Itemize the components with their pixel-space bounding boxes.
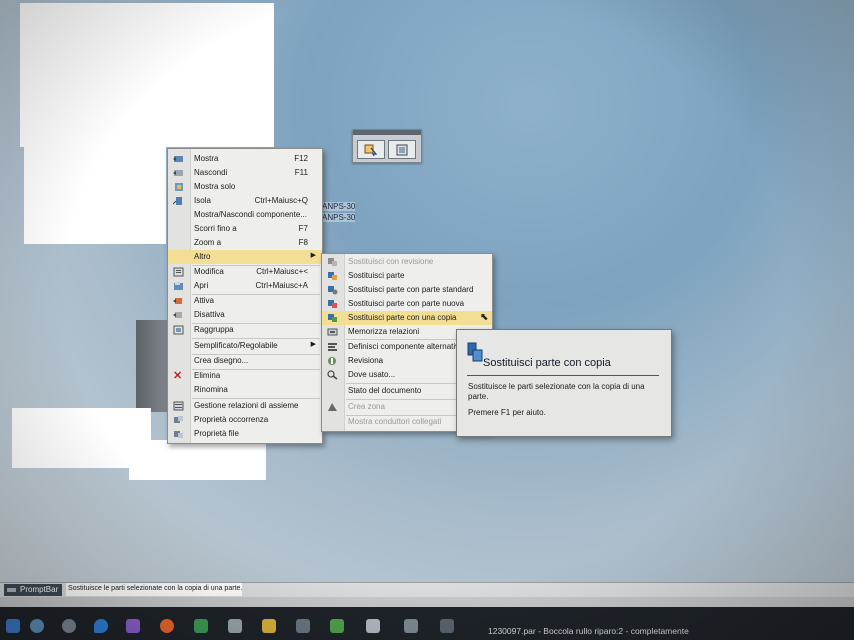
replace-copy-icon <box>328 314 337 322</box>
where-used-icon <box>327 370 338 380</box>
activate-icon <box>173 298 182 304</box>
submenu-item-replace-part[interactable]: Sostituisci parte <box>322 269 492 283</box>
tooltip-help: Premere F1 per aiuto. <box>468 408 546 417</box>
isolate-icon <box>173 197 182 205</box>
submenu-item-replace-revision[interactable]: Sostituisci con revisione <box>322 255 492 269</box>
context-menu: Mostra F12 Nascondi F11 Mostra solo Isol… <box>167 148 323 444</box>
group-icon <box>173 325 184 335</box>
menu-item-isolate[interactable]: Isola Ctrl+Maiusc+Q <box>168 194 322 208</box>
revise-icon <box>328 357 336 365</box>
window-title[interactable]: 1230097.par - Boccola rullo riparo:2 - c… <box>488 626 689 636</box>
redacted-area <box>20 3 274 147</box>
submenu-item-replace-new[interactable]: Sostituisci parte con parte nuova <box>322 297 492 311</box>
edit-icon <box>173 267 184 277</box>
menu-item-occurrence-properties[interactable]: Proprietà occorrenza <box>168 413 322 427</box>
menu-item-scroll-to[interactable]: Scorri fino a F7 <box>168 222 322 236</box>
show-icon <box>173 156 183 162</box>
open-icon <box>174 282 183 290</box>
replace-copy-icon <box>467 342 483 362</box>
menu-item-show-only[interactable]: Mostra solo <box>168 180 322 194</box>
app-icon[interactable] <box>440 619 454 633</box>
submenu-arrow-icon: ▶ <box>310 252 316 259</box>
show-only-icon <box>175 183 183 191</box>
deactivate-icon <box>173 312 182 318</box>
replace-new-icon <box>328 300 337 308</box>
part-label[interactable]: ANPS-30 <box>322 213 356 222</box>
app-icon[interactable] <box>94 619 108 633</box>
submenu-arrow-icon: ▶ <box>310 341 316 348</box>
menu-item-hide[interactable]: Nascondi F11 <box>168 166 322 180</box>
file-properties-icon <box>174 431 183 438</box>
menu-item-edit[interactable]: Modifica Ctrl+Maiusc+< <box>168 265 322 279</box>
menu-item-delete[interactable]: ✕ Elimina <box>168 369 322 383</box>
menu-item-group[interactable]: Raggruppa <box>168 323 322 337</box>
app-icon[interactable] <box>404 619 418 633</box>
menu-item-rename[interactable]: Rinomina <box>168 383 322 397</box>
mouse-cursor-icon: ⬉ <box>480 312 489 323</box>
start-icon[interactable] <box>6 619 20 633</box>
taskbar: 1230097.par - Boccola rullo riparo:2 - c… <box>0 607 854 640</box>
relations-icon <box>173 401 184 411</box>
app-icon[interactable] <box>228 619 242 633</box>
app-icon[interactable] <box>30 619 44 633</box>
app-icon[interactable] <box>296 619 310 633</box>
menu-item-assembly-relations[interactable]: Gestione relazioni di assieme <box>168 399 322 413</box>
select-tool-icon <box>364 144 378 156</box>
app-icon[interactable] <box>62 619 76 633</box>
menu-item-file-properties[interactable]: Proprietà file <box>168 427 322 441</box>
alternate-component-icon <box>328 343 337 351</box>
promptbar-grip-icon <box>7 588 16 592</box>
store-relations-icon <box>327 328 338 336</box>
tooltip-divider <box>467 375 659 376</box>
menu-item-simplified-adjustable[interactable]: Semplificato/Regolabile ▶ <box>168 339 322 353</box>
app-icon[interactable] <box>366 619 380 633</box>
menu-item-show-hide-component[interactable]: Mostra/Nascondi componente... <box>168 208 322 222</box>
menu-item-show[interactable]: Mostra F12 <box>168 152 322 166</box>
submenu-item-replace-standard[interactable]: Sostituisci parte con parte standard <box>322 283 492 297</box>
promptbar-message: Sostituisce le parti selezionate con la … <box>68 585 243 592</box>
zone-icon <box>328 403 337 411</box>
replace-part-icon <box>328 272 337 280</box>
app-icon[interactable] <box>194 619 208 633</box>
replace-revision-icon <box>328 258 337 266</box>
menu-item-create-drawing[interactable]: Crea disegno... <box>168 354 322 368</box>
status-strip <box>0 597 854 607</box>
replace-standard-icon <box>328 286 338 295</box>
app-icon[interactable] <box>330 619 344 633</box>
menu-item-activate[interactable]: Attiva <box>168 294 322 308</box>
tooltip-description: Sostituisce le parti selezionate con la … <box>468 382 645 401</box>
part-label[interactable]: ANPS-30 <box>322 202 356 211</box>
delete-icon: ✕ <box>173 370 183 382</box>
tooltip-title: Sostituisci parte con copia <box>483 357 611 369</box>
menu-item-deactivate[interactable]: Disattiva <box>168 308 322 322</box>
menu-item-other[interactable]: Altro ▶ <box>168 250 322 264</box>
submenu-item-replace-copy[interactable]: Sostituisci parte con una copia ⬉ <box>322 311 492 325</box>
prompt-bar: PromptBar Sostituisce le parti seleziona… <box>0 582 854 597</box>
redacted-area <box>24 146 166 244</box>
select-tool-button[interactable] <box>357 140 385 159</box>
promptbar-label[interactable]: PromptBar <box>4 584 63 596</box>
firefox-icon[interactable] <box>160 619 174 633</box>
menu-item-open[interactable]: Apri Ctrl+Maiusc+A <box>168 279 322 293</box>
menu-item-zoom-to[interactable]: Zoom a F8 <box>168 236 322 250</box>
command-tooltip: Sostituisci parte con copia Sostituisce … <box>456 329 672 437</box>
app-icon[interactable] <box>126 619 140 633</box>
folder-icon[interactable] <box>262 619 276 633</box>
redacted-area <box>129 440 266 480</box>
view-tool-button[interactable] <box>388 140 416 159</box>
toolbar-grip[interactable] <box>353 130 421 135</box>
floating-toolbar <box>352 129 422 163</box>
occurrence-properties-icon <box>174 416 183 423</box>
view-tool-icon <box>396 144 408 155</box>
hide-icon <box>173 170 183 176</box>
